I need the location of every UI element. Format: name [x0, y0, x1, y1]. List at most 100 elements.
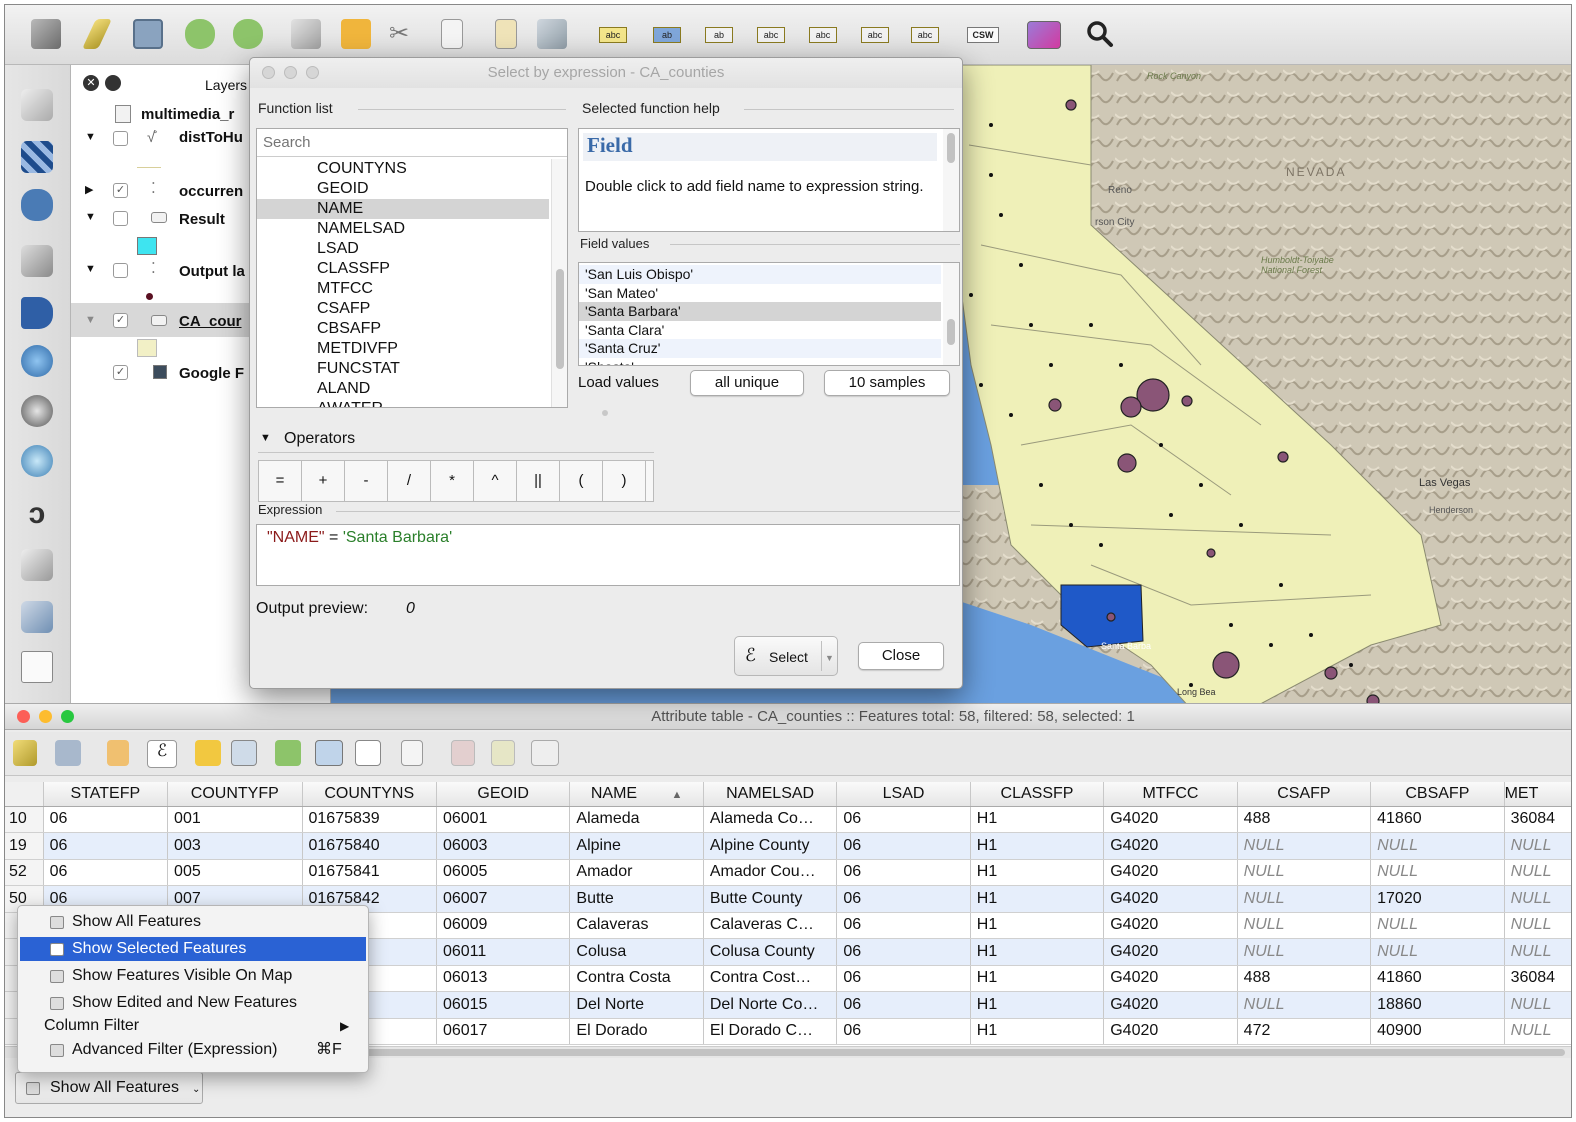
scrollbar-thumb[interactable]: [947, 319, 955, 345]
table-cell[interactable]: NULL: [1504, 912, 1571, 939]
move-selection-top-icon[interactable]: [275, 740, 301, 766]
column-header-sorted[interactable]: NAME ▲: [569, 782, 704, 807]
table-cell[interactable]: NULL: [1504, 832, 1571, 860]
table-cell[interactable]: Alpine County: [703, 832, 838, 860]
row-number[interactable]: 10: [5, 806, 44, 833]
menu-item-show-visible-on-map[interactable]: Show Features Visible On Map: [20, 964, 366, 988]
delete-column-icon[interactable]: [451, 740, 475, 766]
vertical-scrollbar[interactable]: [551, 159, 567, 407]
menu-item-show-selected[interactable]: Show Selected Features: [20, 937, 366, 961]
table-cell[interactable]: 06003: [436, 832, 571, 860]
operators-label[interactable]: Operators: [284, 430, 355, 448]
table-cell[interactable]: Contra Cost…: [703, 965, 838, 992]
table-cell[interactable]: 003: [167, 832, 303, 860]
table-cell[interactable]: H1: [970, 991, 1105, 1019]
table-cell[interactable]: G4020: [1103, 912, 1238, 939]
table-cell[interactable]: G4020: [1103, 832, 1238, 860]
field-value-item[interactable]: 'Santa Clara': [579, 320, 941, 339]
layer-checkbox-checked[interactable]: ✓: [113, 313, 128, 328]
add-spatialite-icon[interactable]: [21, 245, 53, 277]
function-list-item[interactable]: ALAND: [257, 379, 549, 399]
operator-button[interactable]: =: [259, 461, 302, 501]
label-change-icon[interactable]: abc: [861, 27, 889, 43]
layer-name[interactable]: multimedia_r: [141, 106, 234, 123]
label-show-icon[interactable]: ab: [705, 27, 733, 43]
table-cell[interactable]: 18860: [1370, 991, 1505, 1019]
operator-button[interactable]: *: [431, 461, 474, 501]
table-cell[interactable]: 41860: [1370, 965, 1505, 992]
column-header[interactable]: MTFCC: [1103, 782, 1238, 807]
column-header[interactable]: GEOID: [436, 782, 571, 807]
table-cell[interactable]: Del Norte Co…: [703, 991, 838, 1019]
table-cell[interactable]: 001: [167, 806, 303, 833]
feature-filter-button[interactable]: Show All Features ⌄: [15, 1072, 203, 1104]
table-cell[interactable]: NULL: [1504, 859, 1571, 886]
table-cell[interactable]: El Dorado: [569, 1018, 704, 1045]
function-list-item[interactable]: METDIVFP: [257, 339, 549, 359]
table-cell[interactable]: 06: [836, 991, 971, 1019]
save-edits-icon[interactable]: [133, 19, 163, 49]
layer-checkbox[interactable]: [113, 211, 128, 226]
function-list-item[interactable]: CBSAFP: [257, 319, 549, 339]
column-header[interactable]: CBSAFP: [1370, 782, 1505, 807]
table-cell[interactable]: G4020: [1103, 1018, 1238, 1045]
operator-button[interactable]: ^: [474, 461, 517, 501]
function-list-item[interactable]: CLASSFP: [257, 259, 549, 279]
table-cell[interactable]: H1: [970, 965, 1105, 992]
label-tool-icon[interactable]: abc: [599, 27, 627, 43]
close-button[interactable]: Close: [858, 642, 944, 670]
table-cell[interactable]: 06015: [436, 991, 571, 1019]
table-cell[interactable]: NULL: [1237, 912, 1372, 939]
label-move-icon[interactable]: abc: [757, 27, 785, 43]
table-cell[interactable]: 06: [836, 965, 971, 992]
table-cell[interactable]: 01675839: [302, 806, 437, 833]
field-values-list[interactable]: 'San Luis Obispo' 'San Mateo' 'Santa Barba…: [578, 262, 960, 366]
toggle-edit-icon[interactable]: [13, 740, 37, 766]
table-cell[interactable]: 06007: [436, 885, 571, 913]
table-cell[interactable]: G4020: [1103, 938, 1238, 966]
table-cell[interactable]: Amador: [569, 859, 704, 886]
table-cell[interactable]: 06001: [436, 806, 571, 833]
layer-checkbox-checked[interactable]: ✓: [113, 365, 128, 380]
layer-name[interactable]: CA_cour: [179, 313, 242, 330]
table-cell[interactable]: G4020: [1103, 885, 1238, 913]
layer-checkbox[interactable]: [113, 263, 128, 278]
table-cell[interactable]: H1: [970, 859, 1105, 886]
table-cell[interactable]: Alameda Co…: [703, 806, 838, 833]
table-cell[interactable]: H1: [970, 832, 1105, 860]
scrollbar-thumb[interactable]: [556, 269, 564, 369]
table-cell[interactable]: Butte: [569, 885, 704, 913]
label-pin-icon[interactable]: ab: [653, 27, 681, 43]
column-header[interactable]: MET: [1504, 782, 1571, 807]
invert-selection-icon[interactable]: [231, 740, 257, 766]
function-list-item[interactable]: GEOID: [257, 179, 549, 199]
move-feature-icon[interactable]: [233, 19, 263, 49]
table-cell[interactable]: 17020: [1370, 885, 1505, 913]
table-cell[interactable]: NULL: [1370, 832, 1505, 860]
expand-arrow-icon[interactable]: ▼: [85, 263, 96, 275]
delete-selected-icon[interactable]: [341, 19, 371, 49]
add-wfs-icon[interactable]: [21, 445, 53, 477]
table-cell[interactable]: NULL: [1504, 991, 1571, 1019]
table-cell[interactable]: NULL: [1237, 991, 1372, 1019]
table-cell[interactable]: H1: [970, 938, 1105, 966]
operator-button[interactable]: -: [345, 461, 388, 501]
qgis-cloud-icon[interactable]: [1027, 21, 1061, 49]
function-list-item[interactable]: FUNCSTAT: [257, 359, 549, 379]
copy-icon[interactable]: [441, 19, 463, 49]
layer-name[interactable]: Google F: [179, 365, 244, 382]
scrollbar-thumb[interactable]: [325, 1049, 1565, 1056]
table-cell[interactable]: Alpine: [569, 832, 704, 860]
table-cell[interactable]: 06: [836, 859, 971, 886]
delete-features-icon[interactable]: [107, 740, 129, 766]
add-feature-icon[interactable]: [185, 19, 215, 49]
table-cell[interactable]: 472: [1237, 1018, 1372, 1045]
table-cell[interactable]: NULL: [1370, 859, 1505, 886]
pencil-icon[interactable]: [82, 19, 112, 49]
add-wcs-icon[interactable]: [21, 395, 53, 427]
table-cell[interactable]: 488: [1237, 965, 1372, 992]
table-cell[interactable]: Alameda: [569, 806, 704, 833]
vertical-scrollbar[interactable]: [943, 129, 959, 231]
field-value-item[interactable]: 'Santa Cruz': [579, 339, 941, 358]
row-number[interactable]: 19: [5, 832, 44, 860]
